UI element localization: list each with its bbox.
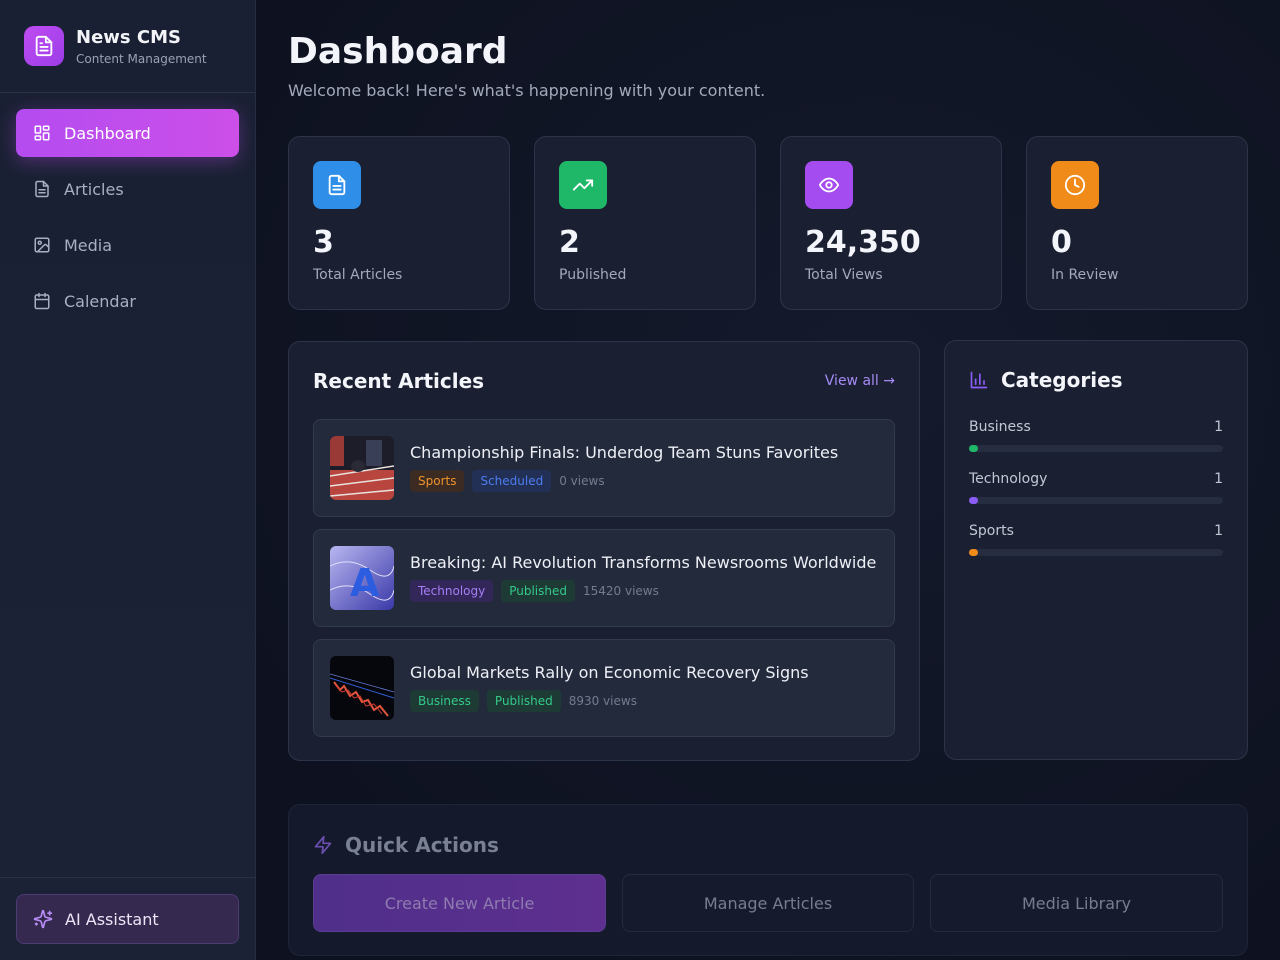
dashboard-icon — [34, 125, 50, 141]
article-title: Breaking: AI Revolution Transforms Newsr… — [410, 553, 877, 572]
panel-title: Recent Articles — [313, 369, 485, 393]
article-title: Championship Finals: Underdog Team Stuns… — [410, 443, 839, 462]
category-count: 1 — [1214, 523, 1223, 539]
document-icon — [313, 161, 361, 209]
ai-assistant-button[interactable]: AI Assistant — [16, 894, 239, 944]
category-progress-track — [969, 549, 1223, 556]
category-badge: Sports — [410, 470, 465, 492]
category-count: 1 — [1214, 419, 1223, 435]
sidebar-item-label: Articles — [64, 179, 124, 199]
stat-label: In Review — [1051, 267, 1119, 283]
stat-value: 3 — [313, 225, 334, 260]
stat-card-total-views: 24,350 Total Views — [780, 136, 1002, 310]
divider — [0, 877, 255, 878]
clock-icon — [1051, 161, 1099, 209]
image-icon — [34, 237, 50, 253]
document-icon — [24, 26, 64, 66]
svg-text:A: A — [350, 561, 380, 605]
page-title: Dashboard — [288, 31, 508, 72]
create-article-button[interactable]: Create New Article — [313, 874, 606, 932]
sparkles-icon — [33, 909, 53, 929]
status-badge: Scheduled — [472, 470, 552, 492]
app-title: News CMS — [76, 26, 181, 48]
stats-row: 3 Total Articles 2 Published 24,350 Tota… — [288, 136, 1248, 310]
article-thumbnail — [330, 656, 394, 720]
category-progress-fill — [969, 497, 978, 504]
sidebar-item-dashboard[interactable]: Dashboard — [16, 109, 239, 157]
stat-value: 24,350 — [805, 225, 921, 260]
article-item[interactable]: Championship Finals: Underdog Team Stuns… — [313, 419, 895, 517]
stat-value: 2 — [559, 225, 580, 260]
sidebar-item-media[interactable]: Media — [16, 221, 239, 269]
category-count: 1 — [1214, 471, 1223, 487]
ai-assistant-label: AI Assistant — [65, 909, 159, 929]
category-progress-track — [969, 497, 1223, 504]
page-subtitle: Welcome back! Here's what's happening wi… — [288, 81, 766, 100]
divider — [0, 92, 255, 93]
sidebar-item-calendar[interactable]: Calendar — [16, 277, 239, 325]
stat-label: Total Views — [805, 267, 883, 283]
sidebar-item-label: Dashboard — [64, 123, 151, 143]
brand: News CMS Content Management — [24, 26, 207, 66]
article-title: Global Markets Rally on Economic Recover… — [410, 663, 809, 682]
category-progress-fill — [969, 549, 978, 556]
article-thumbnail — [330, 436, 394, 500]
lightning-icon — [314, 835, 332, 855]
category-progress-track — [969, 445, 1223, 452]
category-badge: Technology — [410, 580, 494, 602]
category-row: Technology 1 — [969, 471, 1223, 504]
article-thumbnail: A — [330, 546, 394, 610]
calendar-icon — [34, 292, 50, 310]
sidebar: News CMS Content Management Dashboard Ar… — [0, 0, 256, 960]
category-name: Technology — [969, 471, 1048, 487]
stat-card-total-articles: 3 Total Articles — [288, 136, 510, 310]
stat-value: 0 — [1051, 225, 1072, 260]
view-all-link[interactable]: View all → — [825, 373, 895, 389]
main-content: Dashboard Welcome back! Here's what's ha… — [256, 0, 1280, 960]
manage-articles-button[interactable]: Manage Articles — [622, 874, 914, 932]
category-row: Sports 1 — [969, 523, 1223, 556]
stat-card-published: 2 Published — [534, 136, 756, 310]
sidebar-item-label: Calendar — [64, 291, 136, 311]
article-item[interactable]: Global Markets Rally on Economic Recover… — [313, 639, 895, 737]
view-count: 0 views — [559, 474, 605, 488]
app-subtitle: Content Management — [76, 51, 207, 66]
stat-card-in-review: 0 In Review — [1026, 136, 1248, 310]
view-count: 8930 views — [568, 694, 637, 708]
article-item[interactable]: A Breaking: AI Revolution Transforms New… — [313, 529, 895, 627]
categories-panel: Categories Business 1 Technology 1 Sport… — [944, 340, 1248, 760]
sidebar-item-articles[interactable]: Articles — [16, 165, 239, 213]
panel-title: Categories — [1001, 368, 1123, 392]
category-row: Business 1 — [969, 419, 1223, 452]
category-name: Business — [969, 419, 1031, 435]
status-badge: Published — [486, 690, 561, 712]
panel-title: Quick Actions — [345, 833, 499, 857]
trending-up-icon — [559, 161, 607, 209]
stat-label: Published — [559, 267, 627, 283]
recent-articles-panel: Recent Articles View all → Championship … — [288, 341, 920, 761]
category-badge: Business — [410, 690, 479, 712]
status-badge: Published — [501, 580, 575, 602]
stat-label: Total Articles — [313, 267, 403, 283]
category-progress-fill — [969, 445, 978, 452]
quick-actions-panel: Quick Actions Create New Article Manage … — [288, 804, 1248, 956]
view-count: 15420 views — [583, 584, 659, 598]
media-library-button[interactable]: Media Library — [930, 874, 1223, 932]
category-name: Sports — [969, 523, 1014, 539]
document-icon — [35, 180, 49, 198]
bar-chart-icon — [970, 371, 988, 389]
sidebar-item-label: Media — [64, 235, 113, 255]
eye-icon — [805, 161, 853, 209]
sidebar-nav: Dashboard Articles Media Calendar — [16, 109, 239, 333]
